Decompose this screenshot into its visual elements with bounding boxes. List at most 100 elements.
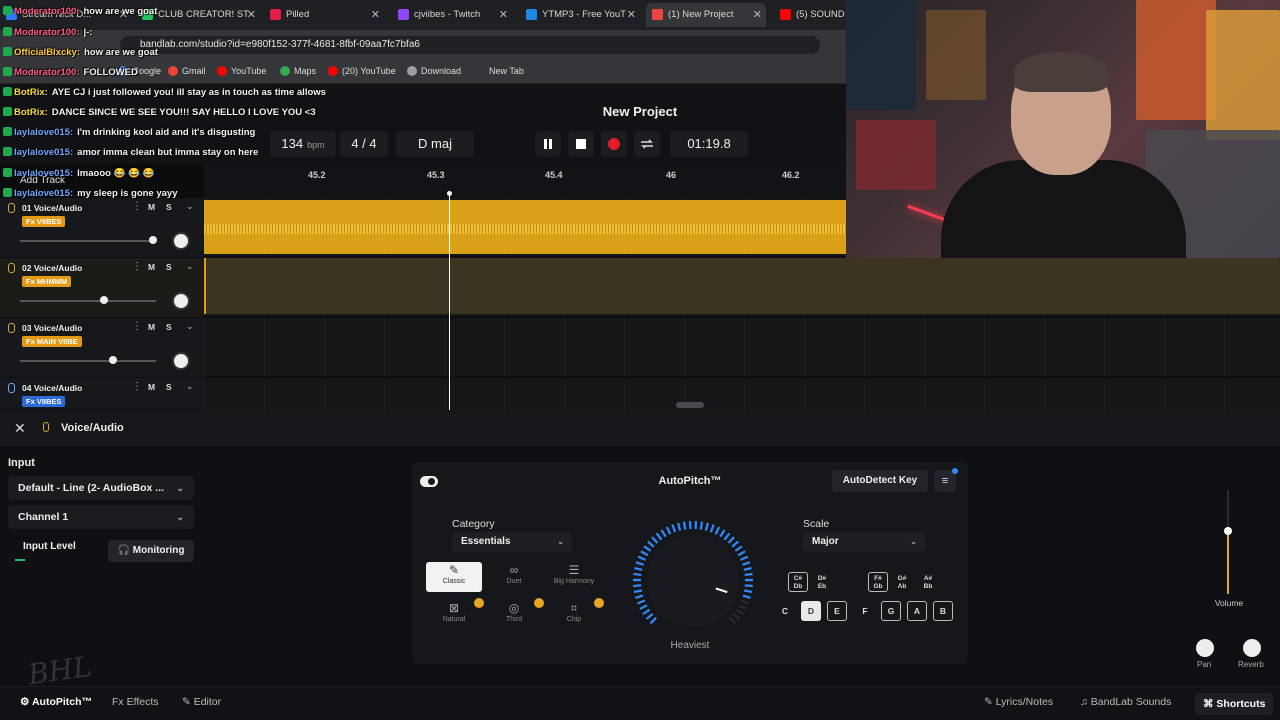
key-f-sharp[interactable]: F# Gb	[868, 572, 888, 592]
fader-knob[interactable]	[149, 236, 157, 244]
channel-select[interactable]: Channel 1 ⌄	[8, 505, 194, 529]
browser-tab[interactable]: Stream Nick D... ✕	[0, 3, 132, 27]
browser-tab[interactable]: (5) SOUND EI	[774, 3, 846, 27]
browser-tab-active[interactable]: (1) New Project ✕	[646, 3, 766, 27]
key-d[interactable]: D	[801, 601, 821, 621]
effects-tab[interactable]: Fx Effects	[112, 696, 159, 708]
browser-tab[interactable]: cjviibes - Twitch ✕	[392, 3, 512, 27]
timeline-ruler[interactable]: 45.2 45.3 45.4 46 46.2	[204, 164, 846, 198]
browser-tab[interactable]: YTMP3 - Free YouT ✕	[520, 3, 640, 27]
solo-button[interactable]: S	[166, 202, 172, 212]
more-options-icon[interactable]: ⋮	[132, 321, 142, 332]
mute-button[interactable]: M	[148, 322, 155, 332]
playhead-handle[interactable]	[447, 191, 452, 196]
track-lane-selected[interactable]	[204, 256, 1280, 314]
shortcuts-button[interactable]: ⌘ Shortcuts	[1195, 693, 1274, 715]
key-g[interactable]: G	[881, 601, 901, 621]
reverb-knob[interactable]	[1243, 639, 1261, 657]
url-field[interactable]: bandlab.com/studio?id=e980f152-377f-4681…	[120, 36, 820, 54]
add-track-button[interactable]: Add Track	[20, 175, 65, 186]
fx-badge[interactable]: Fx VIIBES	[22, 216, 66, 227]
pan-knob[interactable]	[172, 292, 190, 310]
close-tab-icon[interactable]: ✕	[371, 3, 380, 27]
browser-tab[interactable]: CLUB CREATOR! ST ✕	[136, 3, 260, 27]
chevron-down-icon[interactable]: ⌄	[186, 321, 194, 332]
volume-knob[interactable]	[1224, 527, 1232, 535]
fader-knob[interactable]	[109, 356, 117, 364]
input-device-select[interactable]: Default - Line (2- AudioBox ... ⌄	[8, 476, 194, 500]
track-header[interactable]: 01 Voice/Audio Fx VIIBES ⋮ M S ⌄	[0, 198, 204, 258]
voice-big-harmony[interactable]: ☰ Big Harmony	[546, 562, 602, 592]
bookmark-google[interactable]: Google	[118, 66, 161, 76]
bookmark-gmail[interactable]: Gmail	[168, 66, 206, 76]
key-e[interactable]: E	[827, 601, 847, 621]
key-a[interactable]: A	[907, 601, 927, 621]
solo-button[interactable]: S	[166, 382, 172, 392]
autopitch-dial[interactable]	[630, 518, 756, 644]
scale-select[interactable]: Major ⌄	[803, 532, 925, 552]
playhead[interactable]	[449, 194, 450, 410]
track-header[interactable]: 03 Voice/Audio Fx MAIN VIIBE ⋮ M S ⌄	[0, 318, 204, 378]
fx-badge[interactable]: Fx MAIN VIIBE	[22, 336, 82, 347]
mute-button[interactable]: M	[148, 202, 155, 212]
mute-button[interactable]: M	[148, 382, 155, 392]
key-f[interactable]: F	[855, 601, 875, 621]
pan-knob[interactable]	[172, 352, 190, 370]
chevron-down-icon[interactable]: ⌄	[186, 381, 194, 392]
volume-fader[interactable]	[20, 360, 156, 362]
close-tab-icon[interactable]: ✕	[627, 3, 636, 27]
monitoring-button[interactable]: 🎧 Monitoring	[108, 540, 194, 562]
volume-fader[interactable]	[20, 300, 156, 302]
key-b[interactable]: B	[933, 601, 953, 621]
lyrics-notes-button[interactable]: ✎ Lyrics/Notes	[984, 696, 1053, 708]
voice-classic[interactable]: ✎ Classic	[426, 562, 482, 592]
autopitch-toggle[interactable]	[420, 476, 438, 487]
more-options-icon[interactable]: ⋮	[132, 201, 142, 212]
voice-duet[interactable]: ∞ Duet	[486, 562, 542, 592]
browser-tab[interactable]: Pilled ✕	[264, 3, 384, 27]
record-button[interactable]	[601, 131, 627, 157]
category-select[interactable]: Essentials ⌄	[452, 532, 572, 552]
close-tab-icon[interactable]: ✕	[499, 3, 508, 27]
fx-badge[interactable]: Fx VIIBES	[22, 396, 66, 407]
panel-resize-handle[interactable]	[676, 402, 704, 408]
bookmark-new-tab[interactable]: New Tab	[475, 66, 524, 76]
editor-tab[interactable]: ✎ Editor	[182, 696, 221, 708]
solo-button[interactable]: S	[166, 322, 172, 332]
audio-clip[interactable]	[204, 200, 846, 254]
key-g-sharp[interactable]: G# Ab	[892, 572, 912, 592]
time-signature-field[interactable]: 4 / 4	[340, 131, 388, 157]
key-c[interactable]: C	[775, 601, 795, 621]
fader-knob[interactable]	[100, 296, 108, 304]
solo-button[interactable]: S	[166, 262, 172, 272]
track-header[interactable]: 02 Voice/Audio Fx MHMMM ⋮ M S ⌄	[0, 258, 204, 318]
bookmark-download[interactable]: Download	[407, 66, 461, 76]
more-options-icon[interactable]: ⋮	[132, 261, 142, 272]
pause-button[interactable]	[535, 131, 561, 157]
key-a-sharp[interactable]: A# Bb	[918, 572, 938, 592]
bpm-field[interactable]: 134 bpm	[270, 131, 336, 157]
bookmark-youtube[interactable]: YouTube	[217, 66, 266, 76]
close-tab-icon[interactable]: ✕	[247, 3, 256, 27]
bookmark-youtube-20[interactable]: (20) YouTube	[328, 66, 396, 76]
pan-knob[interactable]	[172, 232, 190, 250]
volume-fader[interactable]	[20, 240, 156, 242]
key-d-sharp[interactable]: D# Eb	[812, 572, 832, 592]
autopitch-tab[interactable]: ⚙ AutoPitch™	[20, 696, 92, 708]
bookmark-maps[interactable]: Maps	[280, 66, 316, 76]
mute-button[interactable]: M	[148, 262, 155, 272]
key-field[interactable]: D maj	[396, 131, 474, 157]
key-c-sharp[interactable]: C# Db	[788, 572, 808, 592]
stop-button[interactable]	[568, 131, 594, 157]
track-header[interactable]: 04 Voice/Audio Fx VIIBES ⋮ M S ⌄	[0, 378, 204, 410]
chevron-down-icon[interactable]: ⌄	[186, 261, 194, 272]
bandlab-sounds-button[interactable]: ♫ BandLab Sounds	[1080, 696, 1171, 708]
close-tab-icon[interactable]: ✕	[119, 3, 128, 27]
chevron-down-icon[interactable]: ⌄	[186, 201, 194, 212]
more-options-icon[interactable]: ⋮	[132, 381, 142, 392]
close-tab-icon[interactable]: ✕	[753, 3, 762, 27]
project-title[interactable]: New Project	[560, 104, 720, 119]
fx-badge[interactable]: Fx MHMMM	[22, 276, 72, 287]
close-icon[interactable]: ✕	[14, 420, 26, 437]
pan-knob[interactable]	[1196, 639, 1214, 657]
